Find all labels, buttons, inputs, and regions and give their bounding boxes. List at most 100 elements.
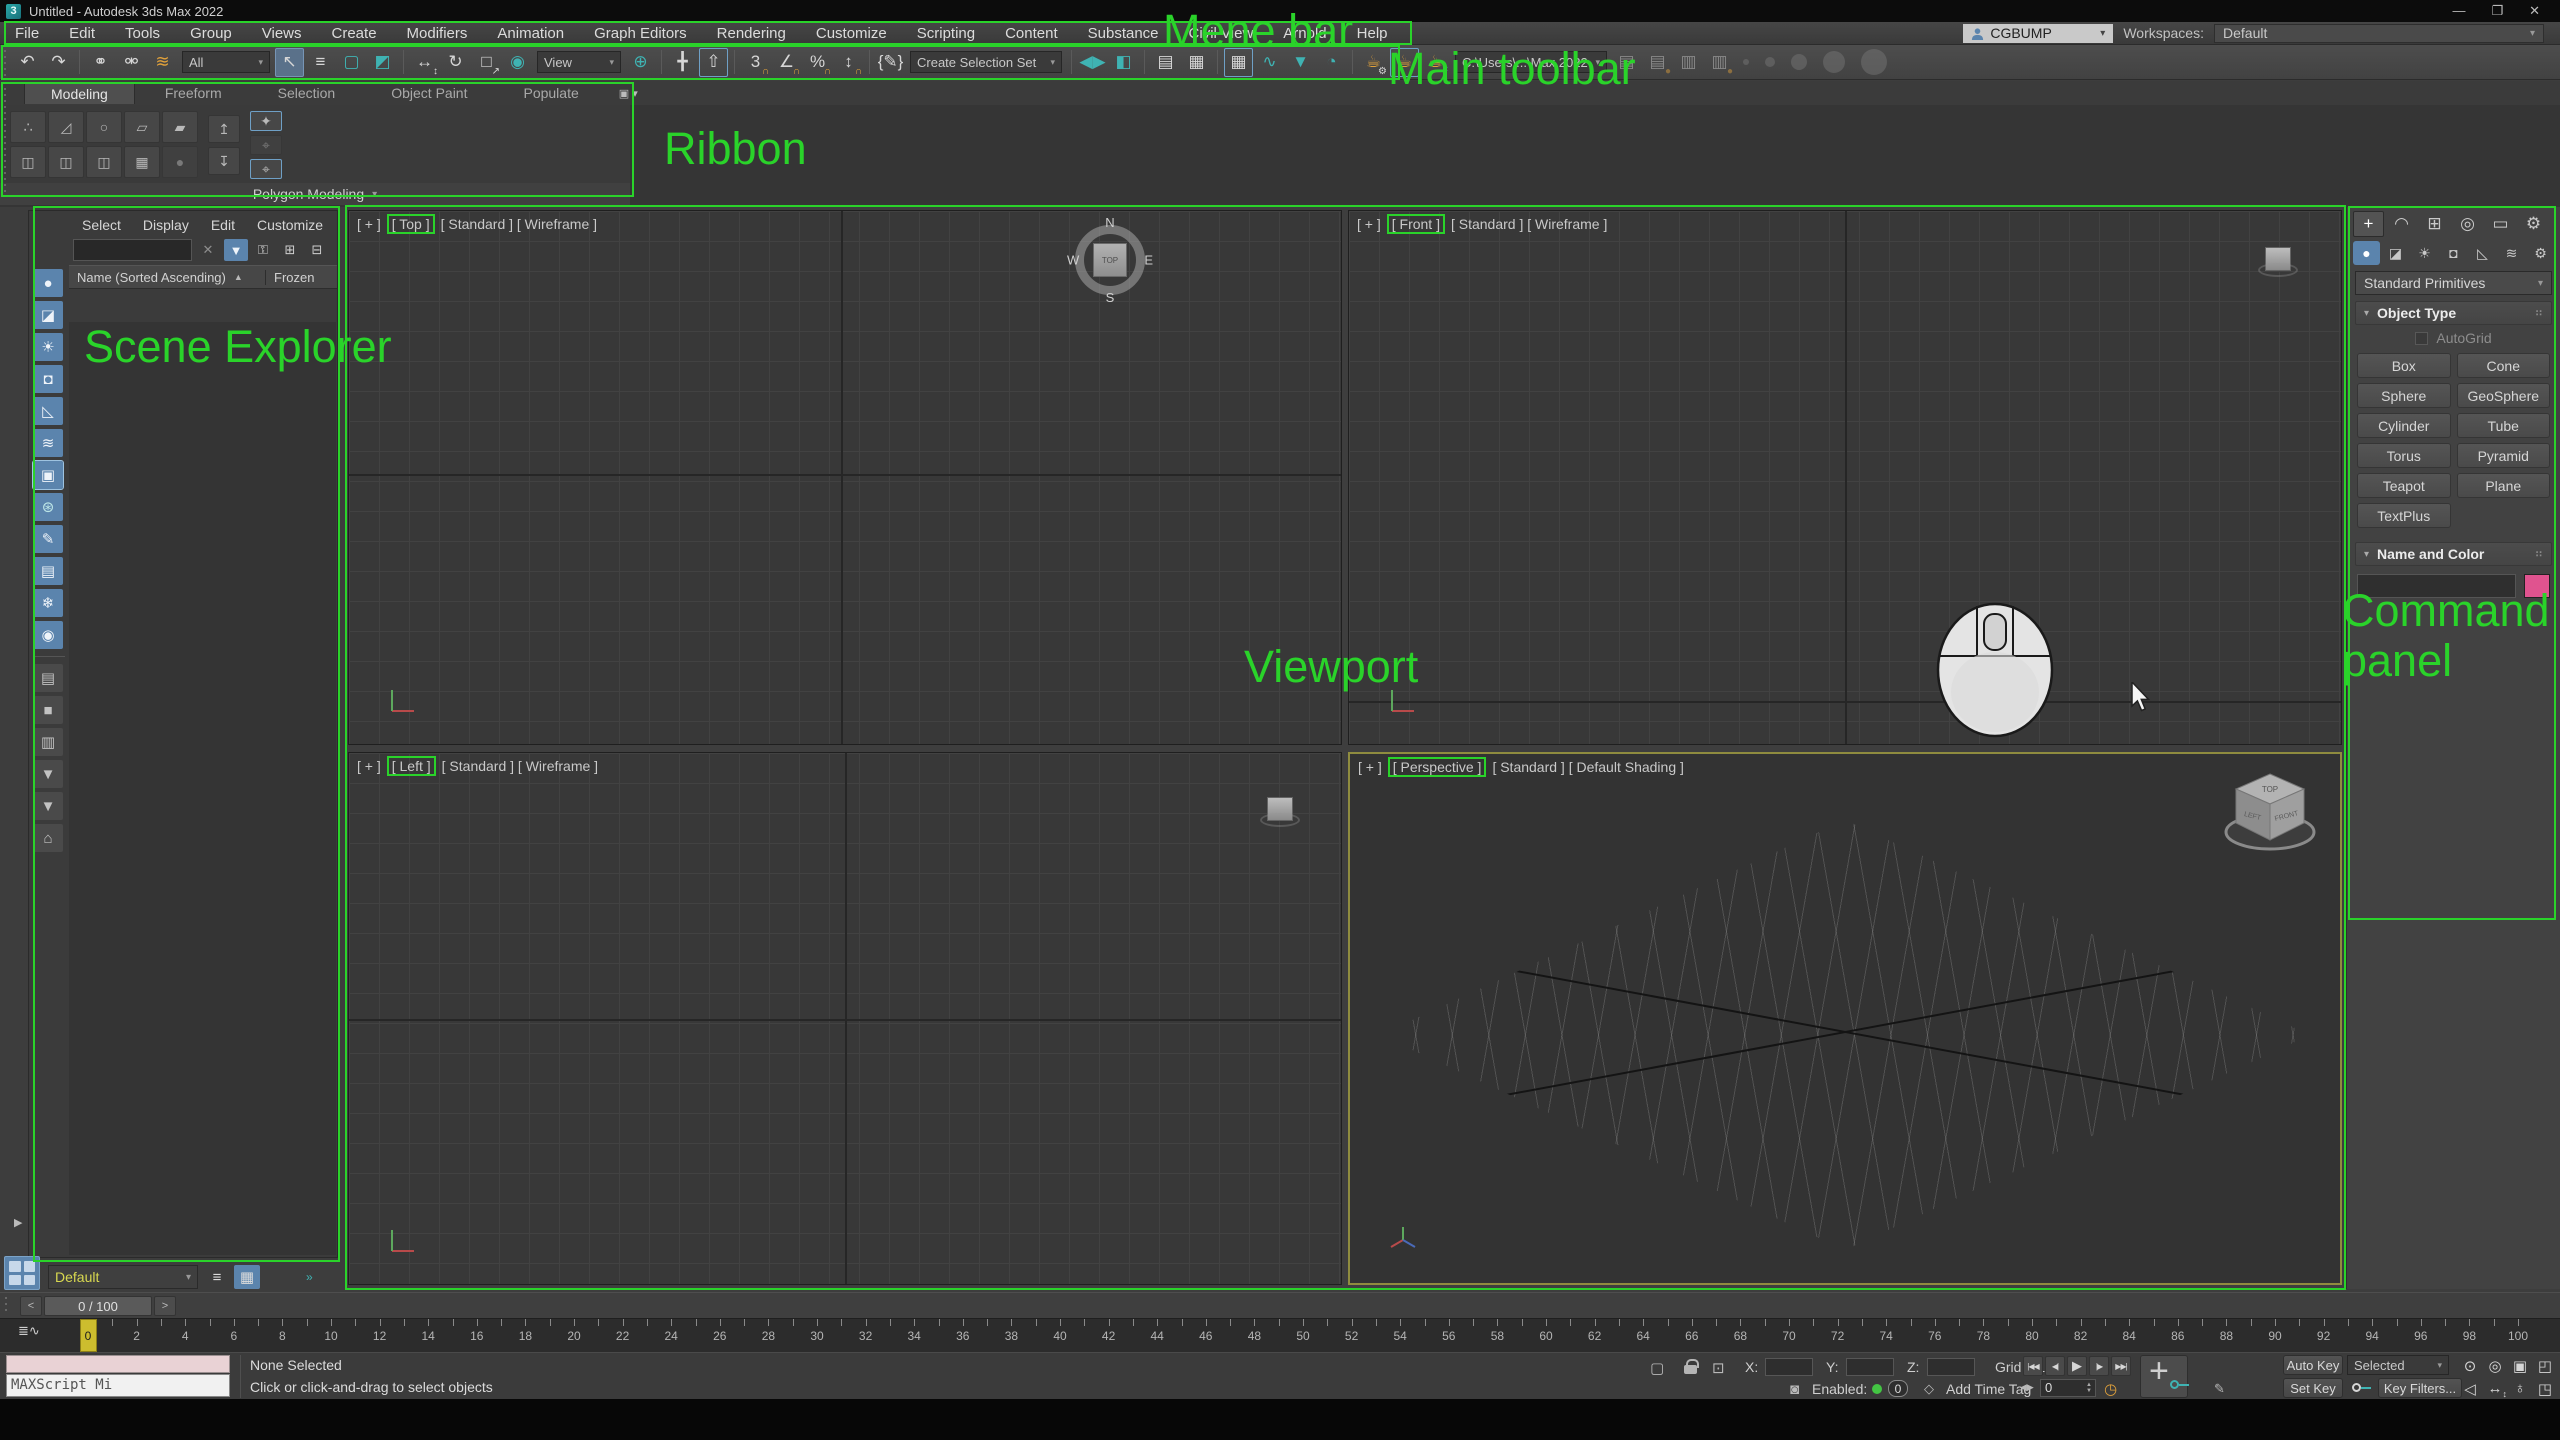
rendered-frame-window-button[interactable]: ☕ (1390, 48, 1419, 77)
menu-help[interactable]: Help (1342, 22, 1403, 44)
display-cameras-toggle[interactable]: ◘ (33, 365, 63, 393)
y-coordinate-field[interactable] (1846, 1358, 1894, 1376)
select-and-manipulate-button[interactable]: ╋ (668, 48, 697, 77)
column-header-name[interactable]: Name (Sorted Ascending) ▲ (69, 270, 265, 285)
compass-west[interactable]: W (1067, 253, 1079, 268)
display-tab[interactable]: ▭ (2485, 211, 2516, 237)
pin-stack-button[interactable]: ⌖ (250, 135, 282, 155)
material-editor-button[interactable]: ◔ (1317, 48, 1346, 77)
render-production-button[interactable]: ☕⚡ (1421, 48, 1450, 77)
shapes-category[interactable]: ◪ (2382, 241, 2409, 265)
close-button[interactable]: ✕ (2529, 3, 2540, 19)
set-keys-button[interactable]: + (2140, 1355, 2188, 1398)
geometry-category[interactable]: ● (2353, 241, 2380, 265)
menu-arnold[interactable]: Arnold (1268, 22, 1341, 44)
active-layer-dropdown[interactable]: Default ▾ (48, 1265, 198, 1289)
select-and-scale-button[interactable]: □↗ (472, 48, 501, 77)
object-type-torus[interactable]: Torus (2357, 443, 2451, 468)
ribbon-group-header[interactable]: Polygon Modeling ▾ (0, 183, 630, 205)
zoom-extents-button[interactable]: ▣ (2508, 1355, 2532, 1376)
show-end-result-button[interactable]: ✦ (250, 111, 282, 131)
project-tool-2-button[interactable]: ▤● (1643, 48, 1672, 77)
viewport-shading-label[interactable]: [ Standard ] [ Wireframe ] (1451, 216, 1607, 232)
ribbon-tab-object-paint[interactable]: Object Paint (365, 83, 493, 103)
viewcube-face-top[interactable]: TOP (2262, 785, 2278, 794)
viewport-menu-plus[interactable]: [ + ] (357, 758, 381, 774)
maxscript-mini-listener[interactable] (6, 1355, 230, 1373)
brush-preset-4-icon[interactable] (1823, 51, 1845, 73)
menu-animation[interactable]: Animation (482, 22, 579, 44)
clear-search-icon[interactable]: ✕ (196, 239, 220, 261)
viewcube-compass[interactable]: N E S W TOP (1069, 219, 1151, 301)
menu-group[interactable]: Group (175, 22, 247, 44)
select-and-move-button[interactable]: ↔↕ (410, 48, 439, 77)
project-tool-4-button[interactable]: ▥● (1705, 48, 1734, 77)
brush-preset-2-icon[interactable] (1765, 57, 1775, 67)
account-dropdown[interactable]: CGBUMP ▾ (1963, 24, 2113, 43)
next-frame-button[interactable]: |▶ (2089, 1356, 2109, 1376)
spinner-snap-button[interactable]: ↕∩ (834, 48, 863, 77)
filter-results-button[interactable]: ▼ (224, 239, 248, 261)
display-materials-toggle[interactable]: ▤ (33, 557, 63, 585)
motion-tab[interactable]: ◎ (2452, 211, 2483, 237)
lock-explorer-button[interactable]: ⚿ (251, 239, 275, 261)
unlink-selection-button[interactable]: ⚮ (117, 48, 146, 77)
zoom-all-button[interactable]: ◎ (2483, 1355, 2507, 1376)
display-groups-toggle[interactable]: ▣ (33, 461, 63, 489)
soft-selection-button[interactable]: ● (162, 146, 198, 178)
compass-north[interactable]: N (1105, 215, 1114, 230)
border-mode-button[interactable]: ○ (86, 111, 122, 143)
play-animation-button[interactable]: ▶ (2067, 1356, 2087, 1376)
viewport-shading-label[interactable]: [ Standard ] [ Wireframe ] (442, 758, 598, 774)
list-view-button[interactable]: ▤ (33, 664, 63, 692)
viewport-shading-label[interactable]: [ Standard ] [ Default Shading ] (1492, 759, 1683, 775)
isolate-selection-icon[interactable]: ▢ (1650, 1359, 1664, 1377)
column-header-frozen[interactable]: Frozen (265, 270, 337, 285)
modify-tab[interactable]: ◠ (2386, 211, 2417, 237)
go-to-start-button[interactable]: |◀◀ (2023, 1356, 2043, 1376)
orbit-viewport-button[interactable]: ♁ (2508, 1378, 2532, 1399)
brush-preset-3-icon[interactable] (1791, 54, 1807, 70)
field-of-view-button[interactable]: ◁ (2458, 1378, 2482, 1399)
viewcube-top-face[interactable]: TOP (1093, 243, 1127, 277)
explorer-search-input[interactable] (73, 239, 192, 261)
selection-lock-icon[interactable] (1684, 1365, 1697, 1374)
enabled-count-chip[interactable]: 0 (1888, 1380, 1908, 1397)
ribbon-tab-modeling[interactable]: Modeling (24, 83, 135, 104)
edit-named-selection-sets-button[interactable]: {✎} (876, 48, 905, 77)
object-type-cone[interactable]: Cone (2457, 353, 2551, 378)
viewport-menu-plus[interactable]: [ + ] (1358, 759, 1382, 775)
ribbon-drag-handle[interactable] (2, 86, 8, 194)
new-key-icon[interactable] (2352, 1383, 2361, 1392)
ribbon-tab-freeform[interactable]: Freeform (139, 83, 248, 103)
percent-snap-button[interactable]: %∩ (803, 48, 832, 77)
toggle-scene-explorer-button[interactable]: ▤ (1151, 48, 1180, 77)
menu-graph-editors[interactable]: Graph Editors (579, 22, 702, 44)
object-type-textplus[interactable]: TextPlus (2357, 503, 2451, 528)
display-helpers-toggle[interactable]: ◺ (33, 397, 63, 425)
menu-scripting[interactable]: Scripting (902, 22, 990, 44)
viewport-front[interactable]: [ + ] [ Front ] [ Standard ] [ Wireframe… (1348, 210, 2342, 745)
previous-frame-arrow[interactable]: < (20, 1296, 42, 1316)
collapse-tree-button[interactable]: ⊟ (305, 239, 329, 261)
add-time-tag[interactable]: Add Time Tag (1946, 1381, 2031, 1397)
project-tool-3-button[interactable]: ▥ (1674, 48, 1703, 77)
lights-category[interactable]: ☀ (2411, 241, 2438, 265)
display-hidden-toggle[interactable]: ◉ (33, 621, 63, 649)
workspace-dropdown[interactable]: Default ▾ (2214, 24, 2544, 43)
overflow-chevrons-icon[interactable]: » (306, 1270, 313, 1284)
viewcube-mini[interactable] (1267, 797, 1293, 821)
display-shapes-toggle[interactable]: ◪ (33, 301, 63, 329)
panel-expand-arrow-icon[interactable]: ▶ (14, 1216, 22, 1229)
menu-modifiers[interactable]: Modifiers (392, 22, 483, 44)
preview-multi-button[interactable]: ◫ (86, 146, 122, 178)
maxscript-mini-field[interactable]: MAXScript Mi (6, 1374, 230, 1397)
redo-button[interactable]: ↷ (44, 48, 73, 77)
pan-view-button[interactable]: ↔↕ (2483, 1378, 2507, 1399)
use-pivot-point-center-button[interactable]: ⊕ (626, 48, 655, 77)
preview-off-button[interactable]: ◫ (10, 146, 46, 178)
polygon-mode-button[interactable]: ▱ (124, 111, 160, 143)
render-setup-button[interactable]: ☕⚙ (1359, 48, 1388, 77)
helpers-category[interactable]: ◺ (2469, 241, 2496, 265)
key-filters-button[interactable]: Key Filters... (2378, 1378, 2462, 1398)
